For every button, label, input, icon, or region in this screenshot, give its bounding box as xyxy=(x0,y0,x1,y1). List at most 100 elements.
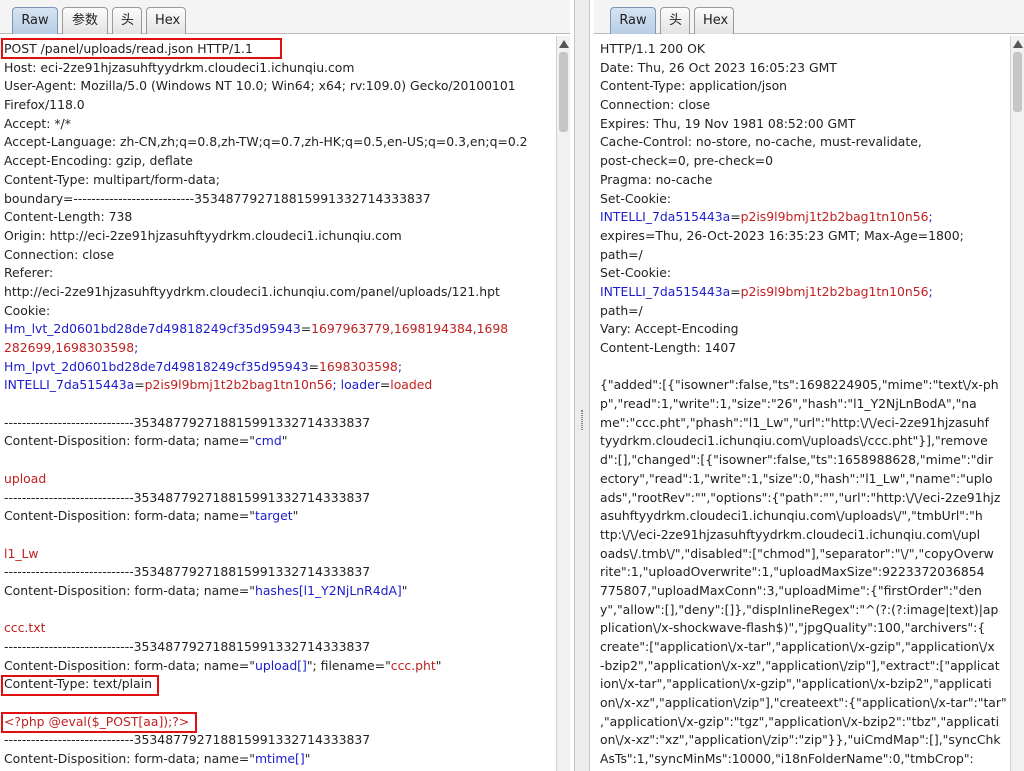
response-line: path=/ xyxy=(600,302,1008,321)
response-scroll-thumb[interactable] xyxy=(1013,52,1022,112)
response-line: Expires: Thu, 19 Nov 1981 08:52:00 GMT xyxy=(600,115,1008,134)
text-segment: Firefox/118.0 xyxy=(4,97,85,113)
text-segment: oads\/.tmb\/","disabled":["chmod"],"sepa… xyxy=(600,545,994,561)
text-segment: ; xyxy=(134,340,139,355)
response-line: me":"ccc.pht","phash":"l1_Lw","url":"htt… xyxy=(600,414,1008,433)
text-segment: = xyxy=(730,209,741,225)
response-line: INTELLI_7da515443a=p2is9l9bmj1t2b2bag1tn… xyxy=(600,208,1008,227)
request-tab-headers[interactable]: 头 xyxy=(112,7,142,34)
response-line: on\/x-xz","application\/zip"],"createext… xyxy=(600,694,1008,713)
request-line: -----------------------------35348779271… xyxy=(4,489,554,508)
response-line: Pragma: no-cache xyxy=(600,171,1008,190)
response-tab-hex[interactable]: Hex xyxy=(694,7,734,34)
response-line: -bzip2","application\/x-xz","application… xyxy=(600,657,1008,676)
request-raw-text[interactable]: POST /panel/uploads/read.json HTTP/1.1 Ho… xyxy=(4,40,554,771)
text-segment: ; xyxy=(928,209,933,225)
text-segment: ccc.pht xyxy=(390,657,436,673)
response-line: ion\/x-tar","application\/x-gzip","appli… xyxy=(600,675,1008,694)
text-segment: -----------------------------35348779271… xyxy=(4,564,371,580)
request-line: Firefox/118.0 xyxy=(4,96,554,115)
text-segment: " xyxy=(401,582,408,598)
text-segment: Cache-Control: no-store, no-cache, must-… xyxy=(600,134,922,150)
text-segment: loaded xyxy=(390,377,433,393)
request-line: boundary=---------------------------3534… xyxy=(4,190,554,209)
request-line: -----------------------------35348779271… xyxy=(4,414,554,433)
text-segment: Hm_lpvt_2d0601bd28de7d49818249cf35d95943 xyxy=(4,358,309,374)
text-segment: 282699,1698303598 xyxy=(4,340,135,355)
text-segment: Cookie: xyxy=(4,302,51,318)
response-line: on\/x-xz":"xz","application\/zip":"zip"}… xyxy=(600,731,1008,750)
request-tab-params[interactable]: 参数 xyxy=(62,7,108,34)
response-line: Cache-Control: no-store, no-cache, must-… xyxy=(600,133,1008,152)
text-segment: ; xyxy=(397,358,403,374)
text-segment: Content-Disposition: form-data; name=" xyxy=(4,751,255,767)
response-line: create":["application\/x-tar","applicati… xyxy=(600,638,1008,657)
response-line: d":[],"changed":[{"isowner":false,"ts":1… xyxy=(600,451,1008,470)
highlight-php-payload xyxy=(1,712,197,733)
request-line: -----------------------------35348779271… xyxy=(4,563,554,582)
request-line xyxy=(4,526,554,545)
response-line: asuhftyydrkm.cloudeci1.ichunqiu.com\/upl… xyxy=(600,507,1008,526)
request-line: Content-Disposition: form-data; name="ha… xyxy=(4,582,554,601)
request-line: Accept: */* xyxy=(4,115,554,134)
response-line: ,"application\/x-gzip":"tgz","applicatio… xyxy=(600,713,1008,732)
scroll-up-arrow-icon[interactable] xyxy=(559,40,569,48)
text-segment: expires=Thu, 26-Oct-2023 16:35:23 GMT; M… xyxy=(600,227,964,243)
request-line: Connection: close xyxy=(4,246,554,265)
text-segment: Pragma: no-cache xyxy=(600,171,713,187)
request-line: Accept-Language: zh-CN,zh;q=0.8,zh-TW;q=… xyxy=(4,133,554,152)
text-segment: post-check=0, pre-check=0 xyxy=(600,153,773,169)
text-segment: p2is9l9bmj1t2b2bag1tn10n56 xyxy=(144,377,333,393)
text-segment: INTELLI_7da515443a xyxy=(4,377,135,393)
text-segment: ; xyxy=(332,377,341,393)
response-line: oads\/.tmb\/","disabled":["chmod"],"sepa… xyxy=(600,545,1008,564)
response-line: INTELLI_7da515443a=p2is9l9bmj1t2b2bag1tn… xyxy=(600,283,1008,302)
response-line: expires=Thu, 26-Oct-2023 16:35:23 GMT; M… xyxy=(600,227,1008,246)
text-segment: Expires: Thu, 19 Nov 1981 08:52:00 GMT xyxy=(600,115,856,131)
response-raw-text[interactable]: HTTP/1.1 200 OK Date: Thu, 26 Oct 2023 16… xyxy=(600,40,1008,771)
response-line: 775807,"uploadMaxConn":3,"uploadMime":{"… xyxy=(600,582,1008,601)
text-segment: Connection: close xyxy=(600,97,711,113)
highlight-content-type xyxy=(1,675,159,696)
request-line xyxy=(4,395,554,414)
text-segment: p2is9l9bmj1t2b2bag1tn10n56 xyxy=(740,209,929,225)
request-line: l1_Lw xyxy=(4,545,554,564)
text-segment: 1698303598 xyxy=(318,358,398,374)
request-line: Content-Disposition: form-data; name="cm… xyxy=(4,432,554,451)
request-scroll-thumb[interactable] xyxy=(559,52,568,132)
split-pane-divider[interactable] xyxy=(574,0,590,771)
response-line xyxy=(600,358,1008,377)
divider-grip-icon[interactable] xyxy=(581,410,583,430)
response-tab-raw[interactable]: Raw xyxy=(610,7,656,34)
text-segment: p2is9l9bmj1t2b2bag1tn10n56 xyxy=(740,283,929,299)
request-line xyxy=(4,601,554,620)
response-line: path=/ xyxy=(600,246,1008,265)
response-line: Vary: Accept-Encoding xyxy=(600,320,1008,339)
text-segment: Set-Cookie: xyxy=(600,190,672,206)
text-segment: y","allow":[],"deny":[]},"dispInlineRege… xyxy=(600,601,999,617)
text-segment: Host: eci-2ze91hjzasuhftyydrkm.cloudeci1… xyxy=(4,59,355,75)
text-segment: Hm_lvt_2d0601bd28de7d49818249cf35d95943 xyxy=(4,321,301,337)
text-segment: " xyxy=(281,433,288,449)
text-segment: = xyxy=(379,377,391,393)
response-pane: Raw 头 Hex HTTP/1.1 200 OK Date: Thu, 26 O… xyxy=(594,0,1024,771)
text-segment: "; filename=" xyxy=(306,657,391,673)
text-segment: " xyxy=(304,751,311,767)
request-tab-raw[interactable]: Raw xyxy=(12,7,58,34)
text-segment: Content-Disposition: form-data; name=" xyxy=(4,582,255,598)
request-tab-hex[interactable]: Hex xyxy=(146,7,186,34)
scroll-up-arrow-icon[interactable] xyxy=(1013,40,1023,48)
response-line: Content-Type: application/json xyxy=(600,77,1008,96)
text-segment: loader xyxy=(340,377,380,393)
request-line: Content-Disposition: form-data; name="ta… xyxy=(4,507,554,526)
request-scrollbar[interactable] xyxy=(556,36,570,771)
request-line: Host: eci-2ze91hjzasuhftyydrkm.cloudeci1… xyxy=(4,59,554,78)
response-tab-headers[interactable]: 头 xyxy=(660,7,690,34)
text-segment: Date: Thu, 26 Oct 2023 16:05:23 GMT xyxy=(600,59,837,75)
response-line: ads","rootRev":"","options":{"path":"","… xyxy=(600,489,1008,508)
text-segment: d":[],"changed":[{"isowner":false,"ts":1… xyxy=(600,452,993,468)
response-tab-bar: Raw 头 Hex xyxy=(594,0,1024,34)
text-segment: Accept-Language: zh-CN,zh;q=0.8,zh-TW;q=… xyxy=(4,134,528,150)
text-segment: plication\/x-shockwave-flash$)","jpgQual… xyxy=(600,620,986,636)
response-scrollbar[interactable] xyxy=(1010,36,1024,771)
